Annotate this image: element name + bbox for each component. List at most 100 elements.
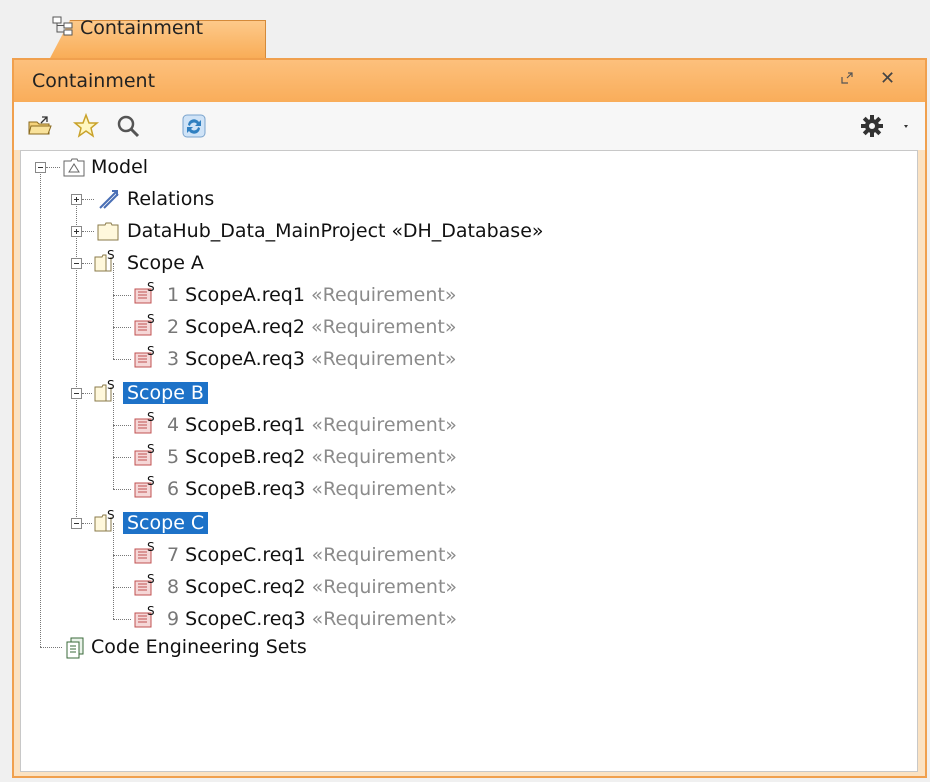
tree-line [113, 457, 131, 458]
sync-icon[interactable] [178, 110, 210, 142]
tree-node-requirement[interactable]: 5 ScopeB.req2 «Requirement» [167, 444, 457, 470]
requirement-icon: S [133, 474, 155, 498]
req-stereotype: «Requirement» [311, 544, 458, 566]
req-number: 8 [167, 576, 180, 598]
tree-line [113, 587, 131, 588]
tree-node-requirement[interactable]: 3 ScopeA.req3 «Requirement» [167, 346, 456, 372]
tree-line [113, 425, 131, 426]
req-number: 7 [167, 544, 180, 566]
req-number: 9 [167, 608, 180, 630]
svg-text:S: S [147, 345, 155, 358]
node-label: Model [91, 156, 149, 178]
tree-node-datahub[interactable]: DataHub_Data_MainProject «DH_Database» [127, 218, 544, 244]
search-icon[interactable] [112, 110, 144, 142]
requirement-icon: S [133, 312, 155, 336]
tree-line [82, 199, 94, 200]
requirement-icon: S [133, 604, 155, 628]
tree-node-requirement[interactable]: 6 ScopeB.req3 «Requirement» [167, 476, 457, 502]
restore-icon[interactable] [840, 70, 854, 89]
req-number: 4 [167, 414, 180, 436]
tree-line [113, 619, 131, 620]
tree-node-requirement[interactable]: 9 ScopeC.req3 «Requirement» [167, 606, 457, 632]
req-number: 5 [167, 446, 180, 468]
req-name: ScopeB.req1 [185, 414, 306, 436]
tree-node-model[interactable]: Model [91, 154, 148, 180]
req-number: 1 [167, 284, 180, 306]
expand-toggle[interactable] [71, 226, 82, 237]
containment-tree: Model Relations DataHub_Data_MainProject… [20, 150, 918, 772]
scope-package-icon: S [93, 248, 115, 272]
collapse-toggle[interactable] [71, 518, 82, 529]
tree-node-scope-a[interactable]: Scope A [127, 250, 204, 276]
requirement-icon: S [133, 572, 155, 596]
open-folder-icon[interactable] [24, 110, 56, 142]
tab-label: Containment [80, 17, 204, 39]
req-name: ScopeA.req1 [185, 284, 305, 306]
tree-line [82, 523, 92, 524]
tree-line [113, 393, 114, 489]
toolbar [14, 102, 925, 150]
node-label: Scope A [127, 252, 204, 274]
tree-line [40, 647, 62, 648]
node-label: Scope B [123, 382, 208, 404]
tree-node-scope-c[interactable]: Scope C [123, 510, 209, 536]
req-number: 6 [167, 478, 180, 500]
scope-package-icon: S [93, 508, 115, 532]
tab-label-wrap: Containment [52, 16, 203, 41]
panel-title: Containment [32, 70, 156, 92]
tree-node-requirement[interactable]: 4 ScopeB.req1 «Requirement» [167, 412, 457, 438]
tree-node-relations[interactable]: Relations [127, 186, 214, 212]
svg-text:S: S [147, 605, 155, 618]
close-icon[interactable]: ✕ [880, 68, 895, 89]
tree-line [82, 393, 92, 394]
svg-text:S: S [147, 281, 155, 294]
node-label: Relations [127, 188, 215, 210]
svg-text:S: S [147, 541, 155, 554]
node-label: Scope C [123, 512, 209, 534]
svg-text:S: S [147, 411, 155, 424]
expand-toggle[interactable] [71, 194, 82, 205]
requirement-icon: S [133, 540, 155, 564]
collapse-toggle[interactable] [71, 258, 82, 269]
req-name: ScopeB.req3 [185, 478, 306, 500]
req-stereotype: «Requirement» [311, 414, 457, 436]
requirement-icon: S [133, 280, 155, 304]
req-stereotype: «Requirement» [311, 576, 458, 598]
panel-titlebar: Containment ✕ [14, 60, 925, 102]
tree-node-requirement[interactable]: 2 ScopeA.req2 «Requirement» [167, 314, 456, 340]
tree-line [76, 199, 77, 529]
node-label: Code Engineering Sets [91, 636, 307, 658]
node-label: DataHub_Data_MainProject «DH_Database» [127, 220, 544, 242]
tree-line [113, 523, 114, 619]
svg-text:S: S [107, 509, 115, 522]
dropdown-arrow-icon[interactable] [896, 110, 916, 142]
gear-icon[interactable] [856, 110, 888, 142]
tree-node-requirement[interactable]: 8 ScopeC.req2 «Requirement» [167, 574, 457, 600]
tree-line [113, 555, 131, 556]
collapse-toggle[interactable] [35, 162, 46, 173]
req-stereotype: «Requirement» [311, 478, 457, 500]
star-icon[interactable] [70, 110, 102, 142]
tree-line [113, 359, 131, 360]
tree-line [113, 295, 131, 296]
tree-node-code-engineering-sets[interactable]: Code Engineering Sets [91, 634, 307, 660]
tab-strip: Containment [8, 8, 930, 62]
req-name: ScopeC.req1 [185, 544, 306, 566]
model-package-icon [63, 156, 85, 178]
tree-node-requirement[interactable]: 1 ScopeA.req1 «Requirement» [167, 282, 456, 308]
tree-line [40, 167, 41, 647]
tree-node-scope-b[interactable]: Scope B [123, 380, 208, 406]
relations-icon [97, 188, 119, 210]
collapse-toggle[interactable] [71, 388, 82, 399]
req-stereotype: «Requirement» [311, 316, 457, 338]
req-name: ScopeA.req2 [185, 316, 305, 338]
svg-text:S: S [107, 379, 115, 392]
svg-text:S: S [147, 475, 155, 488]
requirement-icon: S [133, 410, 155, 434]
containment-panel: Containment ✕ Model Relations DataHub_Da… [12, 58, 927, 778]
scope-package-icon: S [93, 378, 115, 402]
req-name: ScopeC.req2 [185, 576, 306, 598]
containment-tree-icon [52, 16, 74, 41]
tree-node-requirement[interactable]: 7 ScopeC.req1 «Requirement» [167, 542, 457, 568]
tree-line [113, 263, 114, 359]
